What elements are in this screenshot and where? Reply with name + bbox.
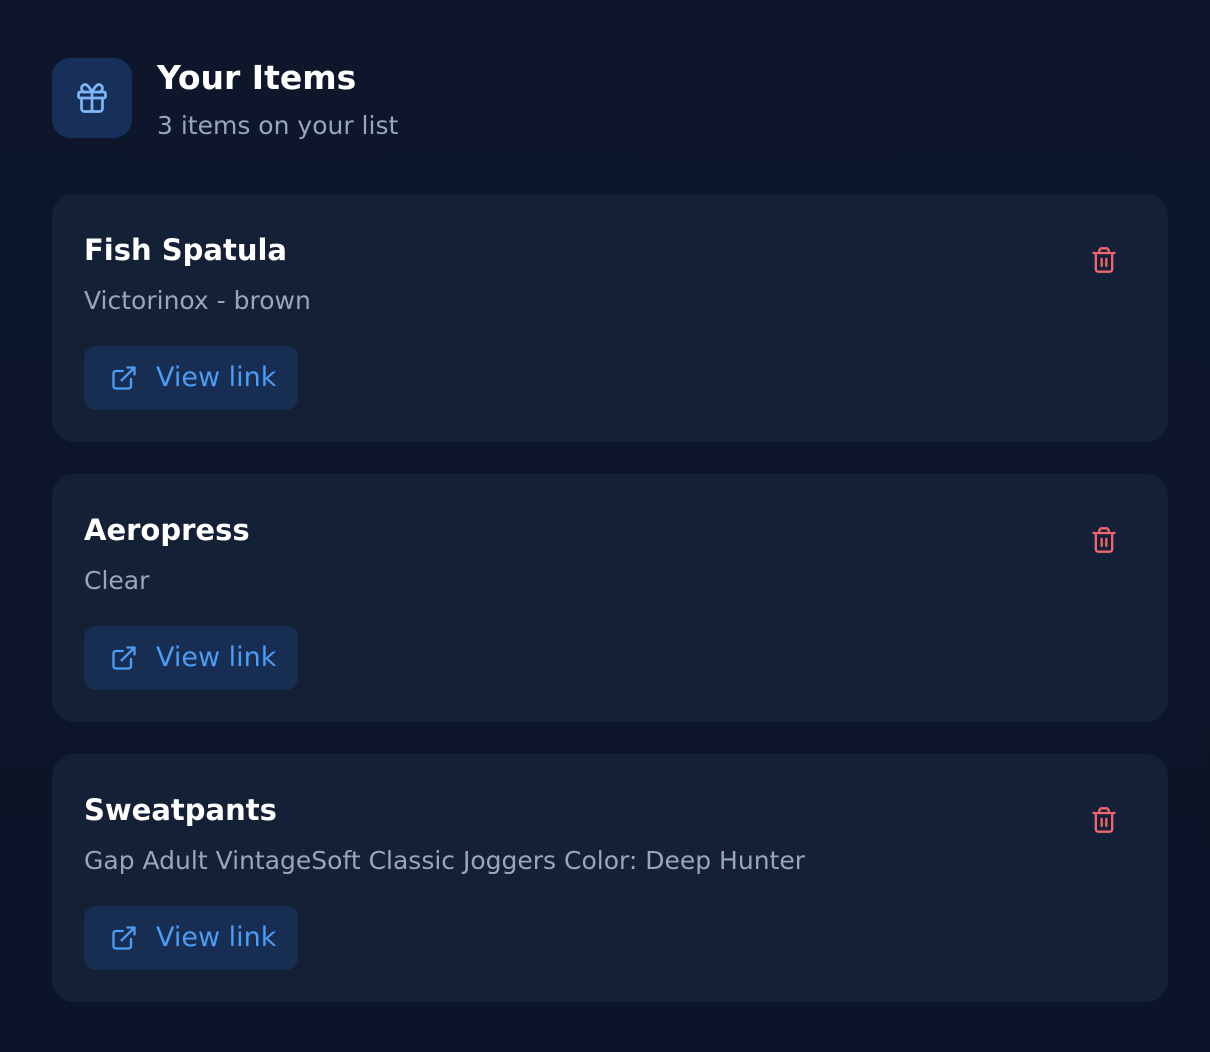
item-description: Gap Adult VintageSoft Classic Joggers Co… <box>84 846 805 875</box>
view-link-button[interactable]: View link <box>84 346 298 410</box>
delete-button[interactable] <box>1086 242 1122 278</box>
view-link-button[interactable]: View link <box>84 626 298 690</box>
page-title: Your Items <box>157 58 357 97</box>
view-link-label: View link <box>156 642 277 673</box>
item-name: Fish Spatula <box>84 233 287 267</box>
external-link-icon <box>112 646 136 670</box>
item-card: Sweatpants Gap Adult VintageSoft Classic… <box>52 754 1168 1002</box>
header-text: Your Items 3 items on your list <box>157 58 398 141</box>
view-link-button[interactable]: View link <box>84 906 298 970</box>
view-link-label: View link <box>156 362 277 393</box>
external-link-icon <box>112 366 136 390</box>
list-header: Your Items 3 items on your list <box>52 58 398 141</box>
trash-icon <box>1092 807 1116 833</box>
gift-icon <box>77 83 107 113</box>
item-description: Victorinox - brown <box>84 286 311 315</box>
item-card: Fish Spatula Victorinox - brown View lin… <box>52 194 1168 442</box>
item-count: 3 items on your list <box>157 111 399 140</box>
item-name: Aeropress <box>84 513 250 547</box>
header-icon-box <box>52 58 132 138</box>
trash-icon <box>1092 527 1116 553</box>
item-description: Clear <box>84 566 150 595</box>
view-link-label: View link <box>156 922 277 953</box>
trash-icon <box>1092 247 1116 273</box>
item-card: Aeropress Clear View link <box>52 474 1168 722</box>
item-name: Sweatpants <box>84 793 277 827</box>
items-page: Your Items 3 items on your list Fish Spa… <box>0 0 1210 1052</box>
delete-button[interactable] <box>1086 522 1122 558</box>
external-link-icon <box>112 926 136 950</box>
delete-button[interactable] <box>1086 802 1122 838</box>
